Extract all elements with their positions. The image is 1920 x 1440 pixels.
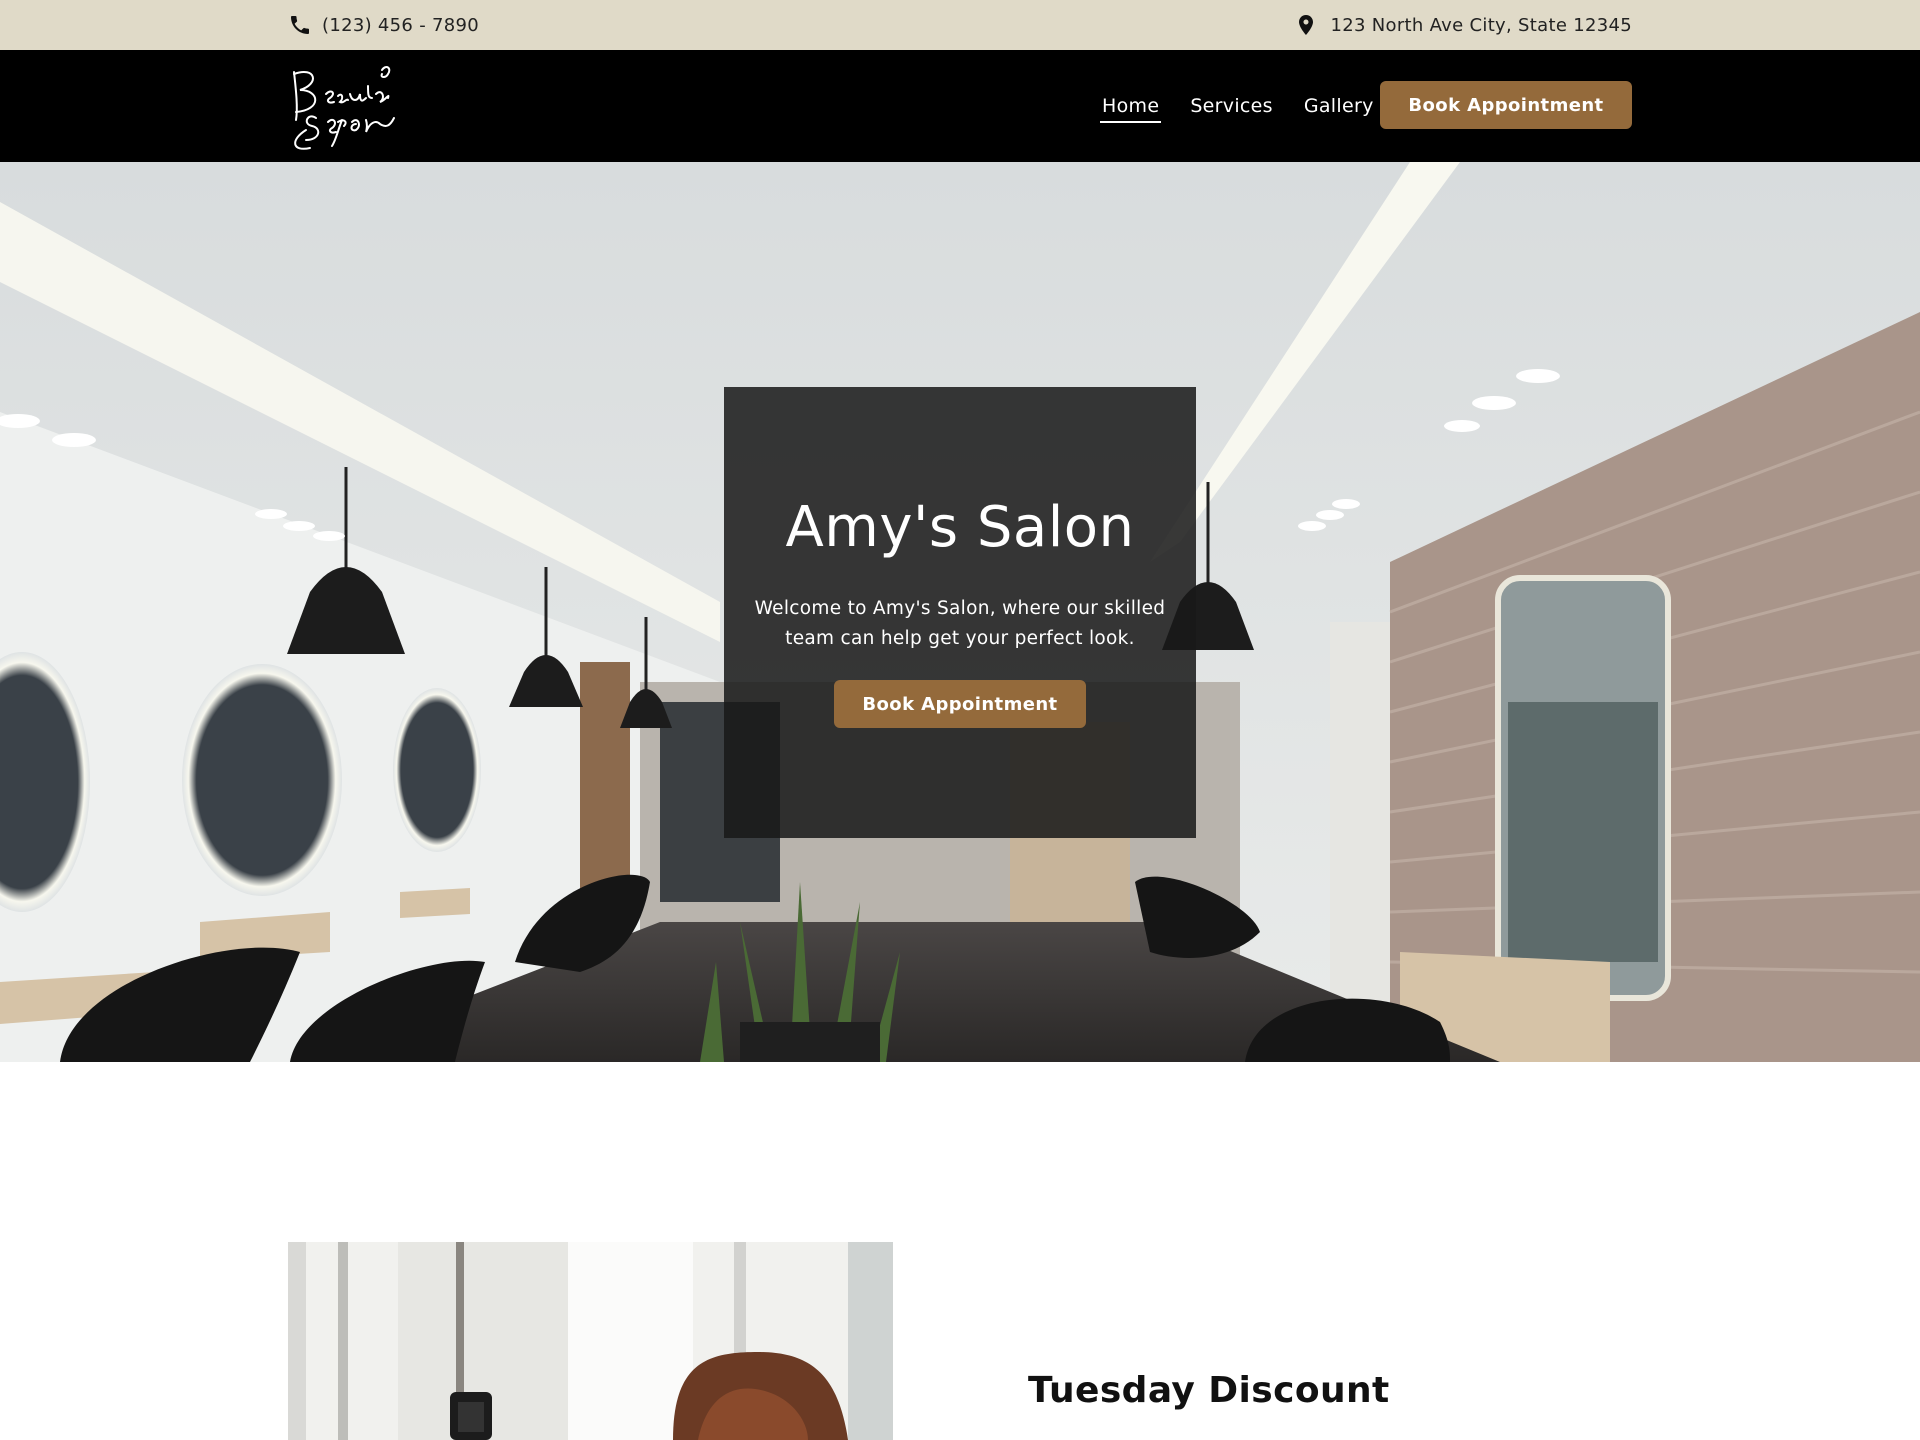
hero-overlay-panel: Amy's Salon Welcome to Amy's Salon, wher…	[724, 387, 1196, 838]
phone-number[interactable]: (123) 456 - 7890	[322, 15, 479, 36]
main-navigation: Home Services Gallery Book Appointment	[0, 50, 1920, 162]
hero-book-appointment-button[interactable]: Book Appointment	[834, 680, 1086, 728]
address-text: 123 North Ave City, State 12345	[1330, 14, 1632, 36]
promo-title: Tuesday Discount	[1028, 1370, 1390, 1411]
nav-item-home[interactable]: Home	[1100, 91, 1162, 123]
phone-contact[interactable]: (123) 456 - 7890	[288, 0, 479, 50]
hero-section: Amy's Salon Welcome to Amy's Salon, wher…	[0, 162, 1920, 1062]
hero-title: Amy's Salon	[785, 495, 1135, 560]
map-pin-icon	[1294, 13, 1318, 37]
nav-menu: Home Services Gallery	[1100, 50, 1376, 162]
top-info-bar: (123) 456 - 7890 123 North Ave City, Sta…	[0, 0, 1920, 50]
nav-item-services[interactable]: Services	[1188, 91, 1275, 121]
book-appointment-button[interactable]: Book Appointment	[1380, 81, 1632, 129]
hero-description: Welcome to Amy's Salon, where our skille…	[754, 598, 1166, 649]
nav-item-gallery[interactable]: Gallery	[1302, 91, 1376, 121]
promo-photo	[288, 1242, 893, 1440]
phone-icon	[288, 13, 312, 37]
address-contact: 123 North Ave City, State 12345	[1294, 0, 1632, 50]
beauty-salon-logo[interactable]	[286, 60, 402, 152]
